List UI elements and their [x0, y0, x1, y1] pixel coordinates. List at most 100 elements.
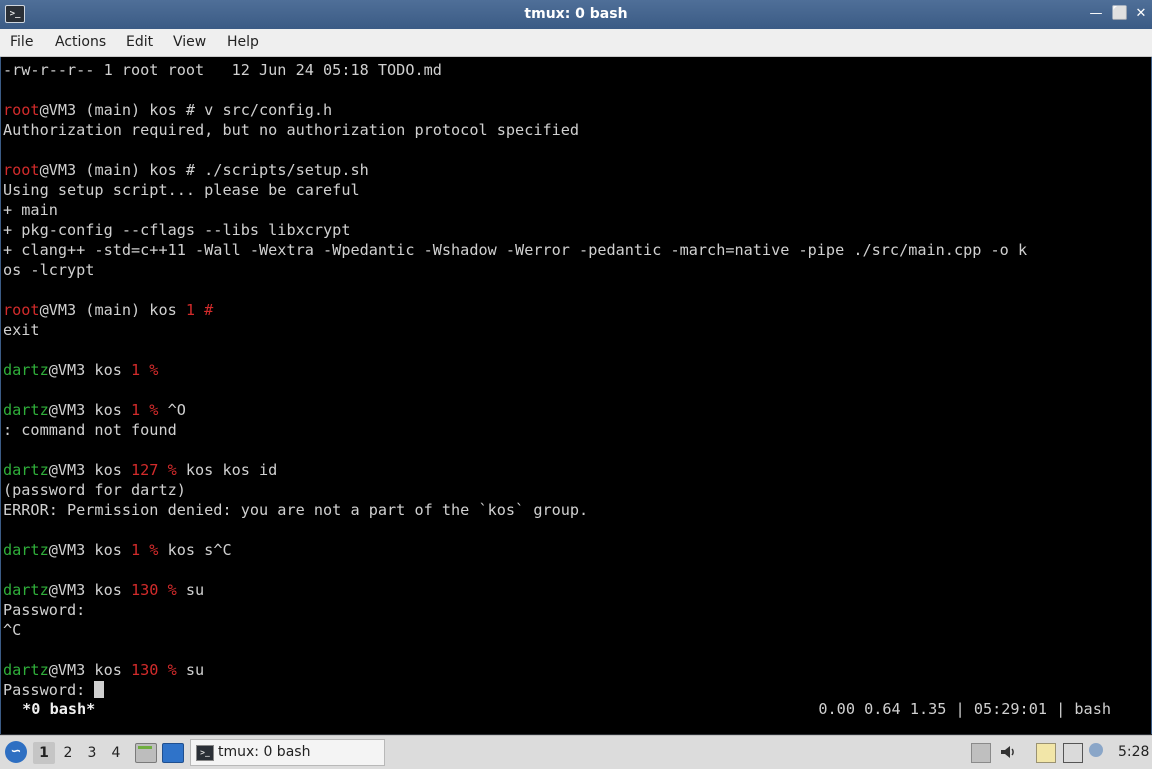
terminal-text: : command not found	[3, 421, 177, 439]
terminal-text: os -lcrypt	[3, 261, 95, 279]
terminal-line: dartz@VM3 kos 130 % su	[3, 660, 1027, 680]
terminal-line: root@VM3 (main) kos # ./scripts/setup.sh	[3, 160, 1027, 180]
prompt-red-text: root	[3, 301, 40, 319]
taskbar: ∽ 1 2 3 4 >_ tmux: 0 bash 5:28	[0, 735, 1152, 769]
terminal-text: Password:	[3, 601, 86, 619]
file-manager-icon[interactable]	[135, 743, 157, 763]
terminal-area[interactable]: -rw-r--r-- 1 root root 12 Jun 24 05:18 T…	[0, 57, 1152, 734]
maximize-button[interactable]: ⬜	[1110, 4, 1130, 24]
tmux-window-list: *0 bash*	[13, 700, 96, 718]
terminal-line: dartz@VM3 kos 1 %	[3, 360, 1027, 380]
terminal-text: ^C	[3, 621, 22, 639]
terminal-text: @VM3 (main) kos	[39, 301, 186, 319]
terminal-cursor	[94, 681, 105, 698]
terminal-text: @VM3 kos	[48, 661, 132, 679]
terminal-line: ^C	[3, 620, 1027, 640]
prompt-user-text: dartz	[3, 361, 49, 379]
terminal-text: kos kos id	[176, 461, 278, 479]
terminal-text: @VM3 kos	[48, 401, 132, 419]
file-manager-icon-stripe	[138, 746, 152, 749]
volume-icon[interactable]	[999, 743, 1017, 761]
workspace-4[interactable]: 4	[105, 742, 127, 764]
close-button[interactable]: ✕	[1131, 4, 1151, 24]
prompt-red-text: root	[3, 101, 40, 119]
prompt-user-text: dartz	[3, 461, 49, 479]
window-title: tmux: 0 bash	[524, 6, 628, 22]
minimize-button[interactable]: —	[1086, 4, 1106, 24]
terminal-line: ERROR: Permission denied: you are not a …	[3, 500, 1027, 520]
clipboard-icon[interactable]	[971, 743, 991, 763]
menu-file[interactable]: File	[10, 34, 33, 50]
terminal-line: os -lcrypt	[3, 260, 1027, 280]
workspace-1[interactable]: 1	[33, 742, 55, 764]
prompt-user-text: dartz	[3, 401, 49, 419]
terminal-text: Authorization required, but no authoriza…	[3, 121, 580, 139]
terminal-text: @VM3 (main) kos # v src/config.h	[39, 101, 333, 119]
workspace-2[interactable]: 2	[57, 742, 79, 764]
prompt-red-text: 130 %	[131, 661, 177, 679]
clock[interactable]: 5:28	[1118, 744, 1149, 760]
terminal-line: + pkg-config --cflags --libs libxcrypt	[3, 220, 1027, 240]
terminal-text: Using setup script... please be careful	[3, 181, 360, 199]
terminal-line: Password:	[3, 680, 1027, 700]
terminal-line: root@VM3 (main) kos # v src/config.h	[3, 100, 1027, 120]
terminal-text: (password for dartz)	[3, 481, 186, 499]
terminal-line: Password:	[3, 600, 1027, 620]
terminal-text: @VM3 (main) kos # ./scripts/setup.sh	[39, 161, 369, 179]
prompt-red-text: 127 %	[131, 461, 177, 479]
terminal-text: su	[176, 581, 205, 599]
terminal-line: (password for dartz)	[3, 480, 1027, 500]
prompt-user-text: dartz	[3, 581, 49, 599]
notes-icon[interactable]	[1036, 743, 1056, 763]
start-menu-icon[interactable]: ∽	[5, 741, 27, 763]
terminal-text: + pkg-config --cflags --libs libxcrypt	[3, 221, 351, 239]
terminal-text: kos s^C	[158, 541, 232, 559]
workspace-3[interactable]: 3	[81, 742, 103, 764]
terminal-line: dartz@VM3 kos 130 % su	[3, 580, 1027, 600]
terminal-task-icon: >_	[196, 745, 214, 761]
prompt-red-text: 1 #	[185, 301, 214, 319]
terminal-line: : command not found	[3, 420, 1027, 440]
show-desktop-icon[interactable]	[162, 743, 184, 763]
terminal-line: + main	[3, 200, 1027, 220]
terminal-text: @VM3 kos	[48, 581, 132, 599]
terminal-line: -rw-r--r-- 1 root root 12 Jun 24 05:18 T…	[3, 60, 1027, 80]
menu-actions[interactable]: Actions	[55, 34, 106, 50]
network-icon[interactable]	[1063, 743, 1083, 763]
terminal-line: root@VM3 (main) kos 1 #	[3, 300, 1027, 320]
menu-bar: File Actions Edit View Help	[0, 29, 1152, 57]
volume-icon-svg	[1001, 746, 1014, 758]
prompt-user-text: dartz	[3, 661, 49, 679]
terminal-text: + main	[3, 201, 58, 219]
menu-view[interactable]: View	[173, 34, 206, 50]
terminal-line: exit	[3, 320, 1027, 340]
menu-edit[interactable]: Edit	[126, 34, 153, 50]
taskbar-task-label: tmux: 0 bash	[218, 744, 311, 760]
terminal-text: exit	[3, 321, 40, 339]
taskbar-task-tmux[interactable]: >_ tmux: 0 bash	[190, 739, 385, 766]
prompt-red-text: root	[3, 161, 40, 179]
notification-icon[interactable]	[1089, 743, 1103, 757]
terminal-line: dartz@VM3 kos 127 % kos kos id	[3, 460, 1027, 480]
terminal-line: dartz@VM3 kos 1 % ^O	[3, 400, 1027, 420]
prompt-red-text: 1 %	[131, 401, 159, 419]
terminal-text: ERROR: Permission denied: you are not a …	[3, 501, 589, 519]
terminal-output: -rw-r--r-- 1 root root 12 Jun 24 05:18 T…	[3, 60, 1027, 700]
terminal-text: -rw-r--r-- 1 root root 12 Jun 24 05:18 T…	[3, 61, 442, 79]
menu-help[interactable]: Help	[227, 34, 259, 50]
terminal-line: + clang++ -std=c++11 -Wall -Wextra -Wped…	[3, 240, 1027, 260]
window-titlebar[interactable]: >_ tmux: 0 bash — ⬜ ✕	[0, 0, 1152, 29]
prompt-red-text: 1 %	[131, 541, 159, 559]
terminal-text: @VM3 kos	[48, 541, 132, 559]
terminal-line: dartz@VM3 kos 1 % kos s^C	[3, 540, 1027, 560]
terminal-text: @VM3 kos	[48, 461, 132, 479]
